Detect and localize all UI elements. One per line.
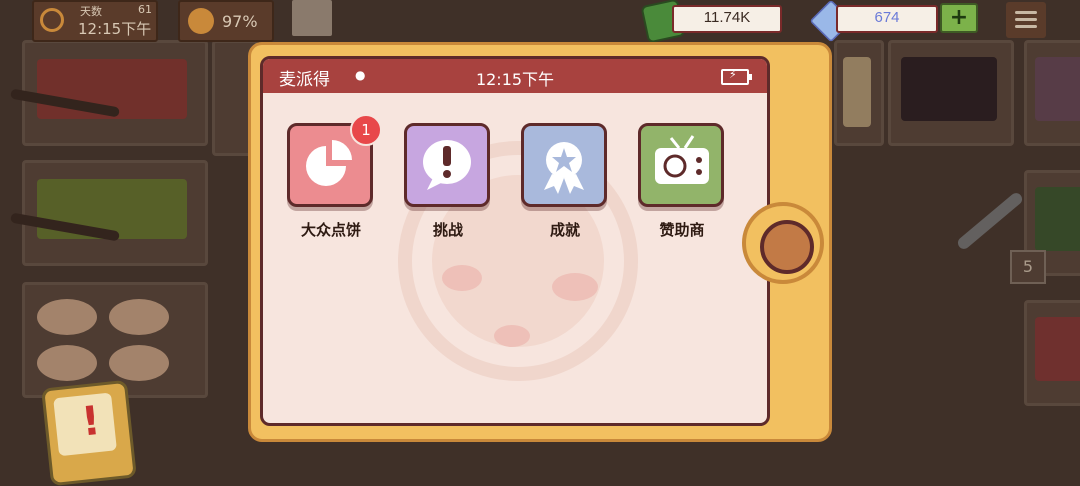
tv-icon [638, 123, 724, 207]
status-clock: 12:15下午 [475, 70, 555, 89]
exclamation-bubble-icon [404, 123, 490, 207]
app-dazhongdianbing[interactable]: 1 大众点饼 [287, 114, 382, 240]
app-label: 挑战 [432, 221, 463, 239]
smiley-icon [188, 8, 214, 34]
day-time-panel: 天数 61 12:15下午 [32, 0, 158, 42]
money-display: 11.74K [672, 5, 782, 33]
app-chengjiu[interactable]: 成就 [521, 123, 609, 240]
day-value: 61 [138, 3, 152, 16]
day-label: 天数 [80, 5, 102, 18]
app-tiaozhan[interactable]: 挑战 [404, 123, 492, 240]
menu-button[interactable] [1006, 2, 1046, 38]
tablet-home-button[interactable] [742, 202, 824, 284]
status-bar: 麦派得 ● 12:15下午 ⚡ [263, 59, 767, 93]
hud-time: 12:15下午 [78, 20, 152, 38]
app-label: 成就 [549, 221, 580, 239]
tablet-screen: 麦派得 ● 12:15下午 ⚡ 1 大众点饼 挑战 成就 赞助商 [260, 56, 770, 426]
battery-icon: ⚡ [721, 68, 752, 85]
exclamation-icon: ! [79, 397, 103, 446]
receipt-icon[interactable] [292, 0, 332, 36]
pie-chart-icon: 1 [287, 114, 382, 207]
notification-badge: 1 [350, 114, 382, 146]
add-gems-button[interactable]: + [940, 3, 978, 33]
app-zanzhushang[interactable]: 赞助商 [638, 123, 726, 240]
app-label: 赞助商 [659, 221, 705, 239]
app-label: 大众点饼 [300, 221, 361, 239]
mood-panel: 97% [178, 0, 274, 42]
sun-icon [40, 8, 64, 32]
alert-tablet-button[interactable]: ! [41, 379, 137, 486]
gems-display: 674 [836, 5, 938, 33]
mood-percent: 97% [222, 12, 258, 31]
medal-icon [521, 123, 607, 207]
